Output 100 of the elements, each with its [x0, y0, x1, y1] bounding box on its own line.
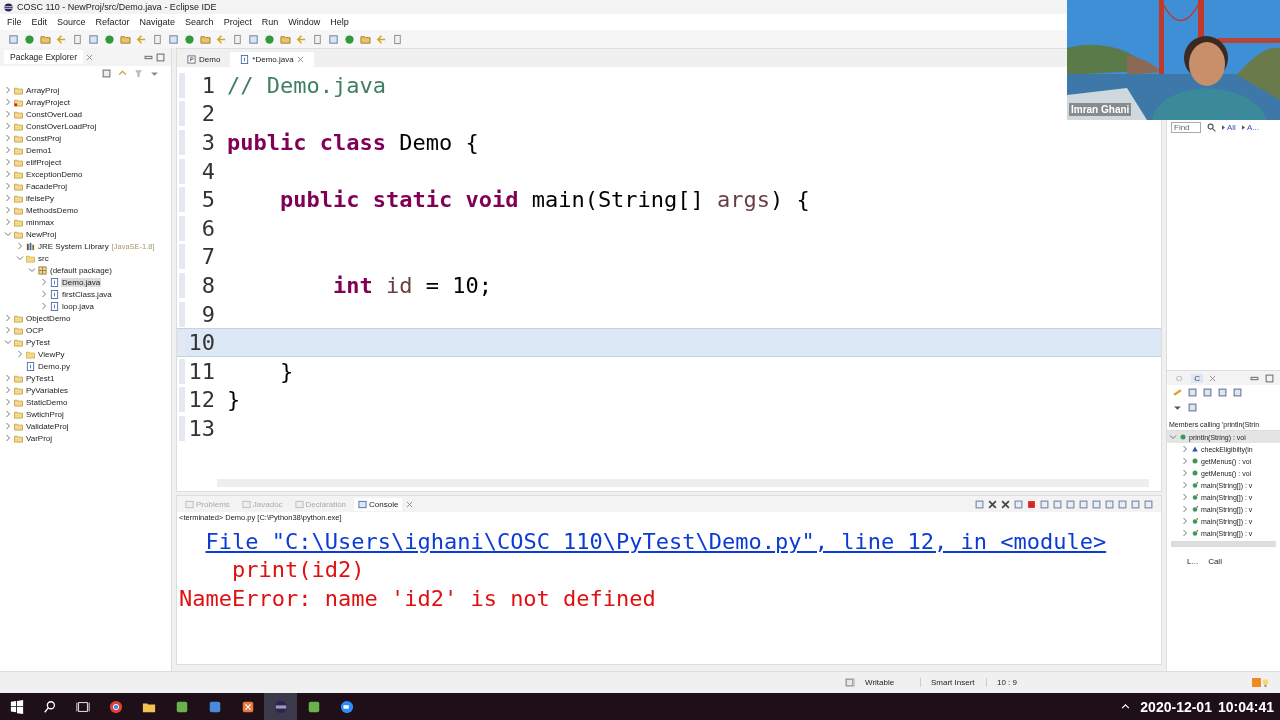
expand-icon[interactable]	[16, 350, 24, 358]
expand-icon[interactable]	[4, 98, 12, 106]
menu-item[interactable]: Navigate	[134, 17, 181, 27]
menu-item[interactable]: Run	[256, 17, 284, 27]
close-icon[interactable]	[406, 500, 414, 508]
tree-item[interactable]: ArrayProject	[25, 97, 71, 107]
expand-icon[interactable]	[4, 386, 12, 394]
tree-item[interactable]: ObjectDemo	[25, 313, 72, 323]
tree-item[interactable]: src	[37, 253, 50, 263]
expand-icon[interactable]	[4, 122, 12, 130]
terminate-icon[interactable]	[1027, 499, 1036, 509]
tree-item[interactable]: ConstProj	[25, 133, 63, 143]
expand-icon[interactable]	[4, 218, 12, 226]
expand-icon[interactable]	[4, 326, 12, 334]
tree-item[interactable]: firstClass.java	[61, 289, 113, 299]
tree-item[interactable]: MethodsDemo	[25, 205, 80, 215]
tree-item[interactable]: minmax	[25, 217, 55, 227]
expand-icon[interactable]	[4, 374, 12, 382]
expand-icon[interactable]	[4, 410, 12, 418]
filter-link[interactable]: A...	[1246, 123, 1259, 132]
collapse-icon[interactable]	[1169, 433, 1177, 441]
maximize-icon[interactable]	[1144, 499, 1153, 509]
minimize-icon[interactable]	[1131, 499, 1140, 509]
expand-icon[interactable]	[40, 278, 48, 286]
expand-icon[interactable]	[4, 182, 12, 190]
view-tab[interactable]: Package Explorer	[4, 50, 84, 64]
editor-tab[interactable]: Demo	[177, 52, 231, 67]
expand-icon[interactable]	[4, 146, 12, 154]
expand-icon[interactable]	[40, 302, 48, 310]
tree-item[interactable]: Demo.py	[37, 361, 71, 371]
new-icon[interactable]	[8, 33, 19, 45]
expand-icon[interactable]	[4, 422, 12, 430]
tree-item[interactable]: ViewPy	[37, 349, 66, 359]
expand-icon[interactable]	[4, 170, 12, 178]
tree-item[interactable]: elifProject	[25, 157, 63, 167]
view-tab[interactable]: Console	[354, 497, 403, 511]
tree-item[interactable]: VarProj	[25, 433, 54, 443]
tree-item[interactable]: ArrayProj	[25, 85, 61, 95]
clock-time[interactable]: 10:04:41	[1217, 698, 1274, 715]
tree-item[interactable]: OCP	[25, 325, 45, 335]
column-header[interactable]: L...	[1187, 557, 1199, 566]
tree-item[interactable]: PyVariables	[25, 385, 70, 395]
menu-item[interactable]: Window	[283, 17, 326, 27]
tree-item[interactable]: JRE System Library	[37, 241, 110, 251]
expand-icon[interactable]	[4, 134, 12, 142]
tree-item[interactable]: ifelsePy	[25, 193, 55, 203]
expand-icon[interactable]	[4, 434, 12, 442]
view-menu-icon[interactable]	[1173, 403, 1182, 412]
horizontal-scrollbar[interactable]	[1171, 541, 1276, 547]
tree-item[interactable]: ConstOverLoadProj	[25, 121, 98, 131]
expand-icon[interactable]	[4, 158, 12, 166]
view-menu-icon[interactable]	[150, 69, 159, 78]
column-header[interactable]: Call	[1208, 557, 1222, 566]
filter-icon[interactable]	[134, 69, 143, 78]
expand-icon[interactable]	[40, 290, 48, 298]
expand-icon[interactable]	[4, 206, 12, 214]
tree-item[interactable]: Demo.java	[61, 277, 102, 287]
ide-icon[interactable]	[264, 693, 297, 720]
collapse-icon[interactable]	[16, 254, 24, 262]
menu-item[interactable]: Help	[325, 17, 354, 27]
menu-item[interactable]: Refactor	[90, 17, 135, 27]
expand-icon[interactable]	[4, 194, 12, 202]
tree-item[interactable]: ExceptionDemo	[25, 169, 84, 179]
view-tab[interactable]: C	[1191, 373, 1203, 383]
tree-item[interactable]: NewProj	[25, 229, 58, 239]
editor-tab[interactable]: *Demo.java	[230, 52, 314, 67]
chevron-up-icon[interactable]	[1121, 702, 1131, 711]
menu-item[interactable]: Search	[180, 17, 219, 27]
collapse-icon[interactable]	[28, 266, 36, 274]
expand-icon[interactable]	[16, 242, 24, 250]
close-icon[interactable]	[86, 53, 94, 61]
collapse-icon[interactable]	[4, 338, 12, 346]
menu-item[interactable]: Source	[52, 17, 91, 27]
tree-item[interactable]: Demo1	[25, 145, 53, 155]
menu-item[interactable]: File	[2, 17, 27, 27]
search-field[interactable]: Find	[1171, 122, 1201, 133]
expand-icon[interactable]	[4, 314, 12, 322]
clock-date[interactable]: 2020-12-01	[1140, 698, 1212, 715]
tree-item[interactable]: ValidateProj	[25, 421, 70, 431]
remove-icon[interactable]	[988, 499, 997, 509]
menu-item[interactable]: Project	[218, 17, 257, 27]
tree-item[interactable]: ConstOverLoad	[25, 109, 84, 119]
close-icon[interactable]	[296, 56, 304, 63]
tree-item[interactable]: SwtichProj	[25, 409, 65, 419]
maximize-icon[interactable]	[1265, 373, 1274, 383]
tree-item[interactable]: loop.java	[61, 301, 96, 311]
tree-item[interactable]: StaticDemo	[25, 397, 69, 407]
file-link[interactable]: File "C:\Users\ighani\COSC 110\PyTest\Demo.py", line 12, in <module>	[205, 528, 1107, 554]
expand-icon[interactable]	[4, 398, 12, 406]
collapse-all-icon[interactable]	[102, 69, 111, 78]
remove-all-icon[interactable]	[1001, 499, 1010, 509]
filter-link[interactable]: All	[1227, 123, 1236, 132]
expand-icon[interactable]	[4, 86, 12, 94]
tree-item[interactable]: FacadeProj	[25, 181, 68, 191]
close-icon[interactable]	[1209, 374, 1216, 382]
tree-item[interactable]: PyTest1	[25, 373, 56, 383]
tree-item[interactable]: (default package)	[49, 265, 113, 275]
tree-item[interactable]: PyTest	[25, 337, 51, 347]
expand-icon[interactable]	[4, 110, 12, 118]
run-icon[interactable]	[104, 33, 115, 45]
